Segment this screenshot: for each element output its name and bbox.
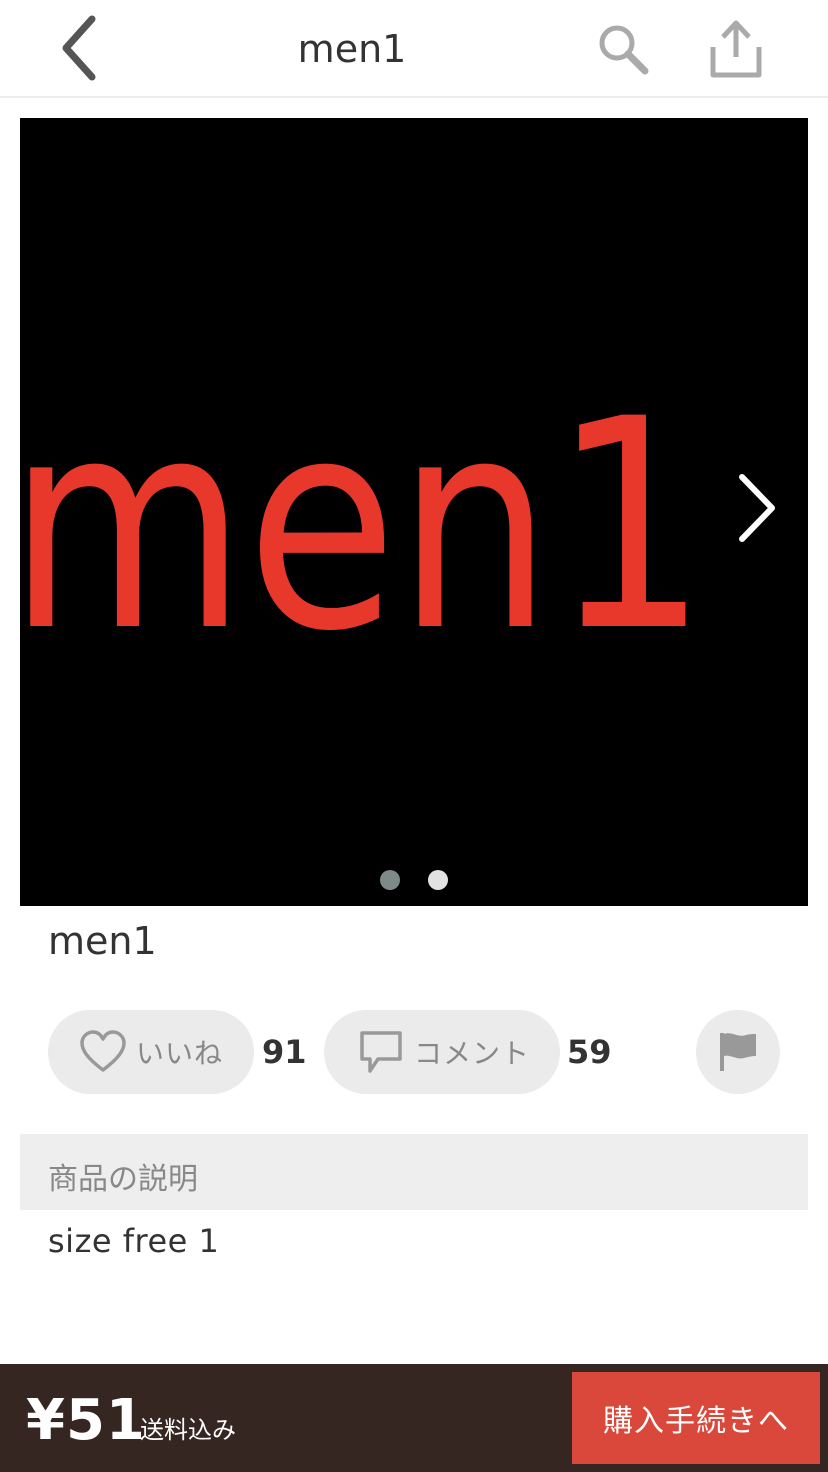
chevron-left-icon xyxy=(62,15,96,81)
back-button[interactable] xyxy=(48,10,108,86)
product-image: men1 xyxy=(20,358,708,695)
share-icon xyxy=(710,20,762,78)
purchase-bar: ¥51 送料込み 購入手続きへ xyxy=(0,1364,828,1472)
comment-count: 59 xyxy=(567,1033,612,1071)
item-name: men1 xyxy=(48,919,157,963)
page-dot-active[interactable] xyxy=(380,870,400,890)
shipping-note: 送料込み xyxy=(140,1416,236,1444)
like-count: 91 xyxy=(262,1033,307,1071)
heart-icon xyxy=(78,1027,128,1077)
chevron-right-icon xyxy=(739,474,775,542)
price: ¥51 xyxy=(26,1388,146,1453)
product-image-text: men1 xyxy=(20,358,708,695)
like-button[interactable]: いいね xyxy=(48,1010,254,1094)
description-section-header: 商品の説明 xyxy=(20,1134,808,1210)
like-label: いいね xyxy=(136,1037,224,1070)
search-icon xyxy=(599,25,649,75)
comment-label: コメント xyxy=(414,1037,531,1070)
description-header-label: 商品の説明 xyxy=(48,1162,198,1197)
comment-icon xyxy=(356,1027,406,1077)
product-image-carousel[interactable]: men1 xyxy=(20,118,808,906)
report-button[interactable] xyxy=(696,1010,780,1094)
description-text: size free 1 xyxy=(48,1222,220,1260)
purchase-button[interactable]: 購入手続きへ xyxy=(572,1372,820,1464)
flag-icon xyxy=(720,1033,756,1071)
share-button[interactable] xyxy=(700,10,772,86)
page-dot[interactable] xyxy=(428,870,448,890)
page-title: men1 xyxy=(297,27,407,71)
carousel-pagination xyxy=(20,868,808,892)
comment-button[interactable]: コメント xyxy=(324,1010,560,1094)
search-button[interactable] xyxy=(588,14,658,84)
top-nav-bar: men1 xyxy=(0,0,828,98)
next-image-button[interactable] xyxy=(726,468,786,548)
